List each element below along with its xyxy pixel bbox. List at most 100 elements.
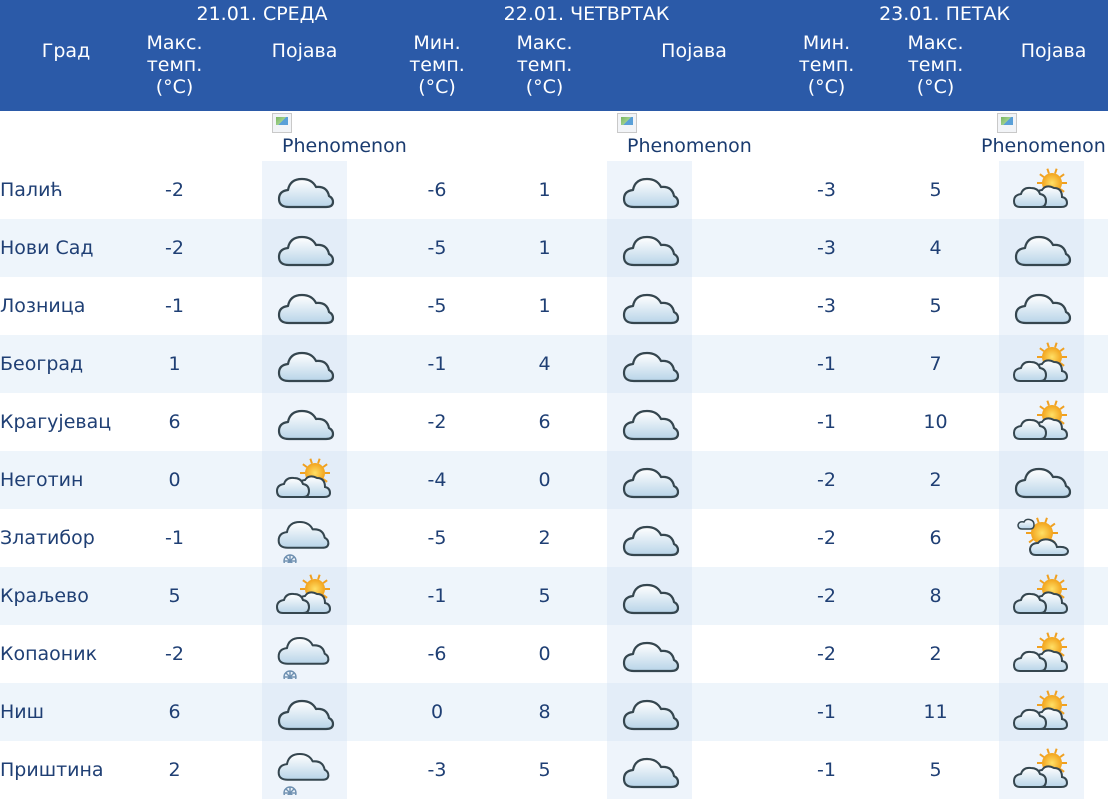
day1-max-temp: 0 bbox=[132, 451, 217, 509]
day3-min-temp: -2 bbox=[781, 451, 873, 509]
city-name: Крагујевац bbox=[0, 393, 132, 451]
day2-max-temp: 1 bbox=[482, 161, 608, 219]
day3-min-temp: -2 bbox=[781, 509, 873, 567]
day1-phenomenon bbox=[217, 277, 393, 335]
city-name: Златибор bbox=[0, 509, 132, 567]
day2-max-header: Макс. темп. (°C) bbox=[482, 28, 608, 111]
day3-phenomenon bbox=[999, 219, 1108, 277]
day2-phenomenon bbox=[607, 451, 782, 509]
day3-phenomenon bbox=[999, 335, 1108, 393]
sun-cloud-icon bbox=[262, 567, 347, 625]
cloud-icon bbox=[999, 219, 1085, 277]
day2-min-temp: -5 bbox=[392, 219, 483, 277]
cloud-icon bbox=[262, 219, 347, 277]
day2-phenomenon bbox=[607, 393, 782, 451]
day3-min-temp: -1 bbox=[781, 741, 873, 799]
day3-max-temp: 6 bbox=[872, 509, 1000, 567]
day1-phenomenon bbox=[217, 625, 393, 683]
city-name: Београд bbox=[0, 335, 132, 393]
sun-cloud-icon bbox=[999, 567, 1085, 625]
day1-phenomenon bbox=[217, 393, 393, 451]
day2-min-temp: -5 bbox=[392, 277, 483, 335]
table-row: Крагујевац 6 -2 6 -1 10 bbox=[0, 393, 1108, 451]
table-row: Нови Сад -2 -5 1 -3 4 bbox=[0, 219, 1108, 277]
city-name: Неготин bbox=[0, 451, 132, 509]
day1-phenomenon bbox=[217, 161, 393, 219]
day1-max-temp: 6 bbox=[132, 393, 217, 451]
snow-cloud-icon bbox=[262, 625, 347, 683]
table-row: Копаоник -2 -6 0 -2 2 bbox=[0, 625, 1108, 683]
day3-max-temp: 4 bbox=[872, 219, 1000, 277]
broken-image-icon bbox=[617, 113, 638, 133]
day2-min-temp: -4 bbox=[392, 451, 483, 509]
day1-phenomenon bbox=[217, 741, 393, 799]
day3-max-temp: 2 bbox=[872, 625, 1000, 683]
day3-phenomenon bbox=[999, 393, 1108, 451]
day3-max-temp: 5 bbox=[872, 741, 1000, 799]
day3-phenomenon bbox=[999, 161, 1108, 219]
cloud-icon bbox=[607, 335, 693, 393]
day3-phenomenon bbox=[999, 277, 1108, 335]
day1-date: 21.01. СРЕДА bbox=[132, 0, 393, 28]
table-row: Златибор -1 -5 2 -2 6 bbox=[0, 509, 1108, 567]
city-name: Копаоник bbox=[0, 625, 132, 683]
cloud-icon bbox=[607, 509, 693, 567]
snow-cloud-icon bbox=[262, 509, 347, 567]
city-column-header: Град bbox=[0, 28, 132, 111]
day2-min-temp: 0 bbox=[392, 683, 483, 741]
city-name: Нови Сад bbox=[0, 219, 132, 277]
day1-max-temp: -1 bbox=[132, 277, 217, 335]
cloud-icon bbox=[607, 451, 693, 509]
sun-cloud-icon bbox=[999, 161, 1085, 219]
day2-phenomenon bbox=[607, 219, 782, 277]
sun-cloud-icon bbox=[262, 451, 347, 509]
day1-phenomenon bbox=[217, 509, 393, 567]
day3-min-temp: -1 bbox=[781, 393, 873, 451]
day1-max-temp: 2 bbox=[132, 741, 217, 799]
day3-max-temp: 11 bbox=[872, 683, 1000, 741]
day3-max-temp: 5 bbox=[872, 161, 1000, 219]
cloud-icon bbox=[607, 161, 693, 219]
day1-max-temp: -2 bbox=[132, 219, 217, 277]
cloud-icon bbox=[607, 219, 693, 277]
day2-phenomenon bbox=[607, 741, 782, 799]
day3-min-temp: -1 bbox=[781, 335, 873, 393]
day3-max-temp: 5 bbox=[872, 277, 1000, 335]
day2-phenomenon bbox=[607, 683, 782, 741]
day1-max-temp: -2 bbox=[132, 625, 217, 683]
day2-max-temp: 2 bbox=[482, 509, 608, 567]
broken-image-icon bbox=[997, 113, 1018, 133]
day2-min-temp: -3 bbox=[392, 741, 483, 799]
day2-min-header: Мин. темп. (°C) bbox=[392, 28, 483, 111]
day3-min-temp: -3 bbox=[781, 277, 873, 335]
day2-min-temp: -6 bbox=[392, 161, 483, 219]
cloud-icon bbox=[262, 683, 347, 741]
table-row: Краљево 5 -1 5 -2 8 bbox=[0, 567, 1108, 625]
sun-cloud-icon bbox=[999, 393, 1085, 451]
day3-phenomenon bbox=[999, 625, 1108, 683]
cloud-icon bbox=[607, 683, 693, 741]
day3-min-header: Мин. темп. (°C) bbox=[781, 28, 873, 111]
table-row: Београд 1 -1 4 -1 7 bbox=[0, 335, 1108, 393]
day2-phenomenon-image: Phenomenon bbox=[607, 111, 781, 161]
day3-phenomenon bbox=[999, 683, 1108, 741]
day3-max-temp: 7 bbox=[872, 335, 1000, 393]
day2-max-temp: 5 bbox=[482, 567, 608, 625]
day1-max-temp: -2 bbox=[132, 161, 217, 219]
day3-phenomenon bbox=[999, 567, 1108, 625]
day3-min-temp: -2 bbox=[781, 625, 873, 683]
day1-phenomenon bbox=[217, 567, 393, 625]
cloud-icon bbox=[262, 393, 347, 451]
day2-phenomenon bbox=[607, 567, 782, 625]
header-blank bbox=[0, 0, 132, 28]
day2-max-temp: 0 bbox=[482, 625, 608, 683]
day2-phenomenon bbox=[607, 335, 782, 393]
sun-cloud-icon bbox=[999, 741, 1085, 799]
cloud-icon bbox=[262, 161, 347, 219]
day3-min-temp: -1 bbox=[781, 683, 873, 741]
day1-phenomenon-header: Појава bbox=[217, 28, 393, 111]
day3-min-temp: -3 bbox=[781, 219, 873, 277]
city-name: Палић bbox=[0, 161, 132, 219]
cloud-icon bbox=[999, 451, 1085, 509]
day2-max-temp: 8 bbox=[482, 683, 608, 741]
